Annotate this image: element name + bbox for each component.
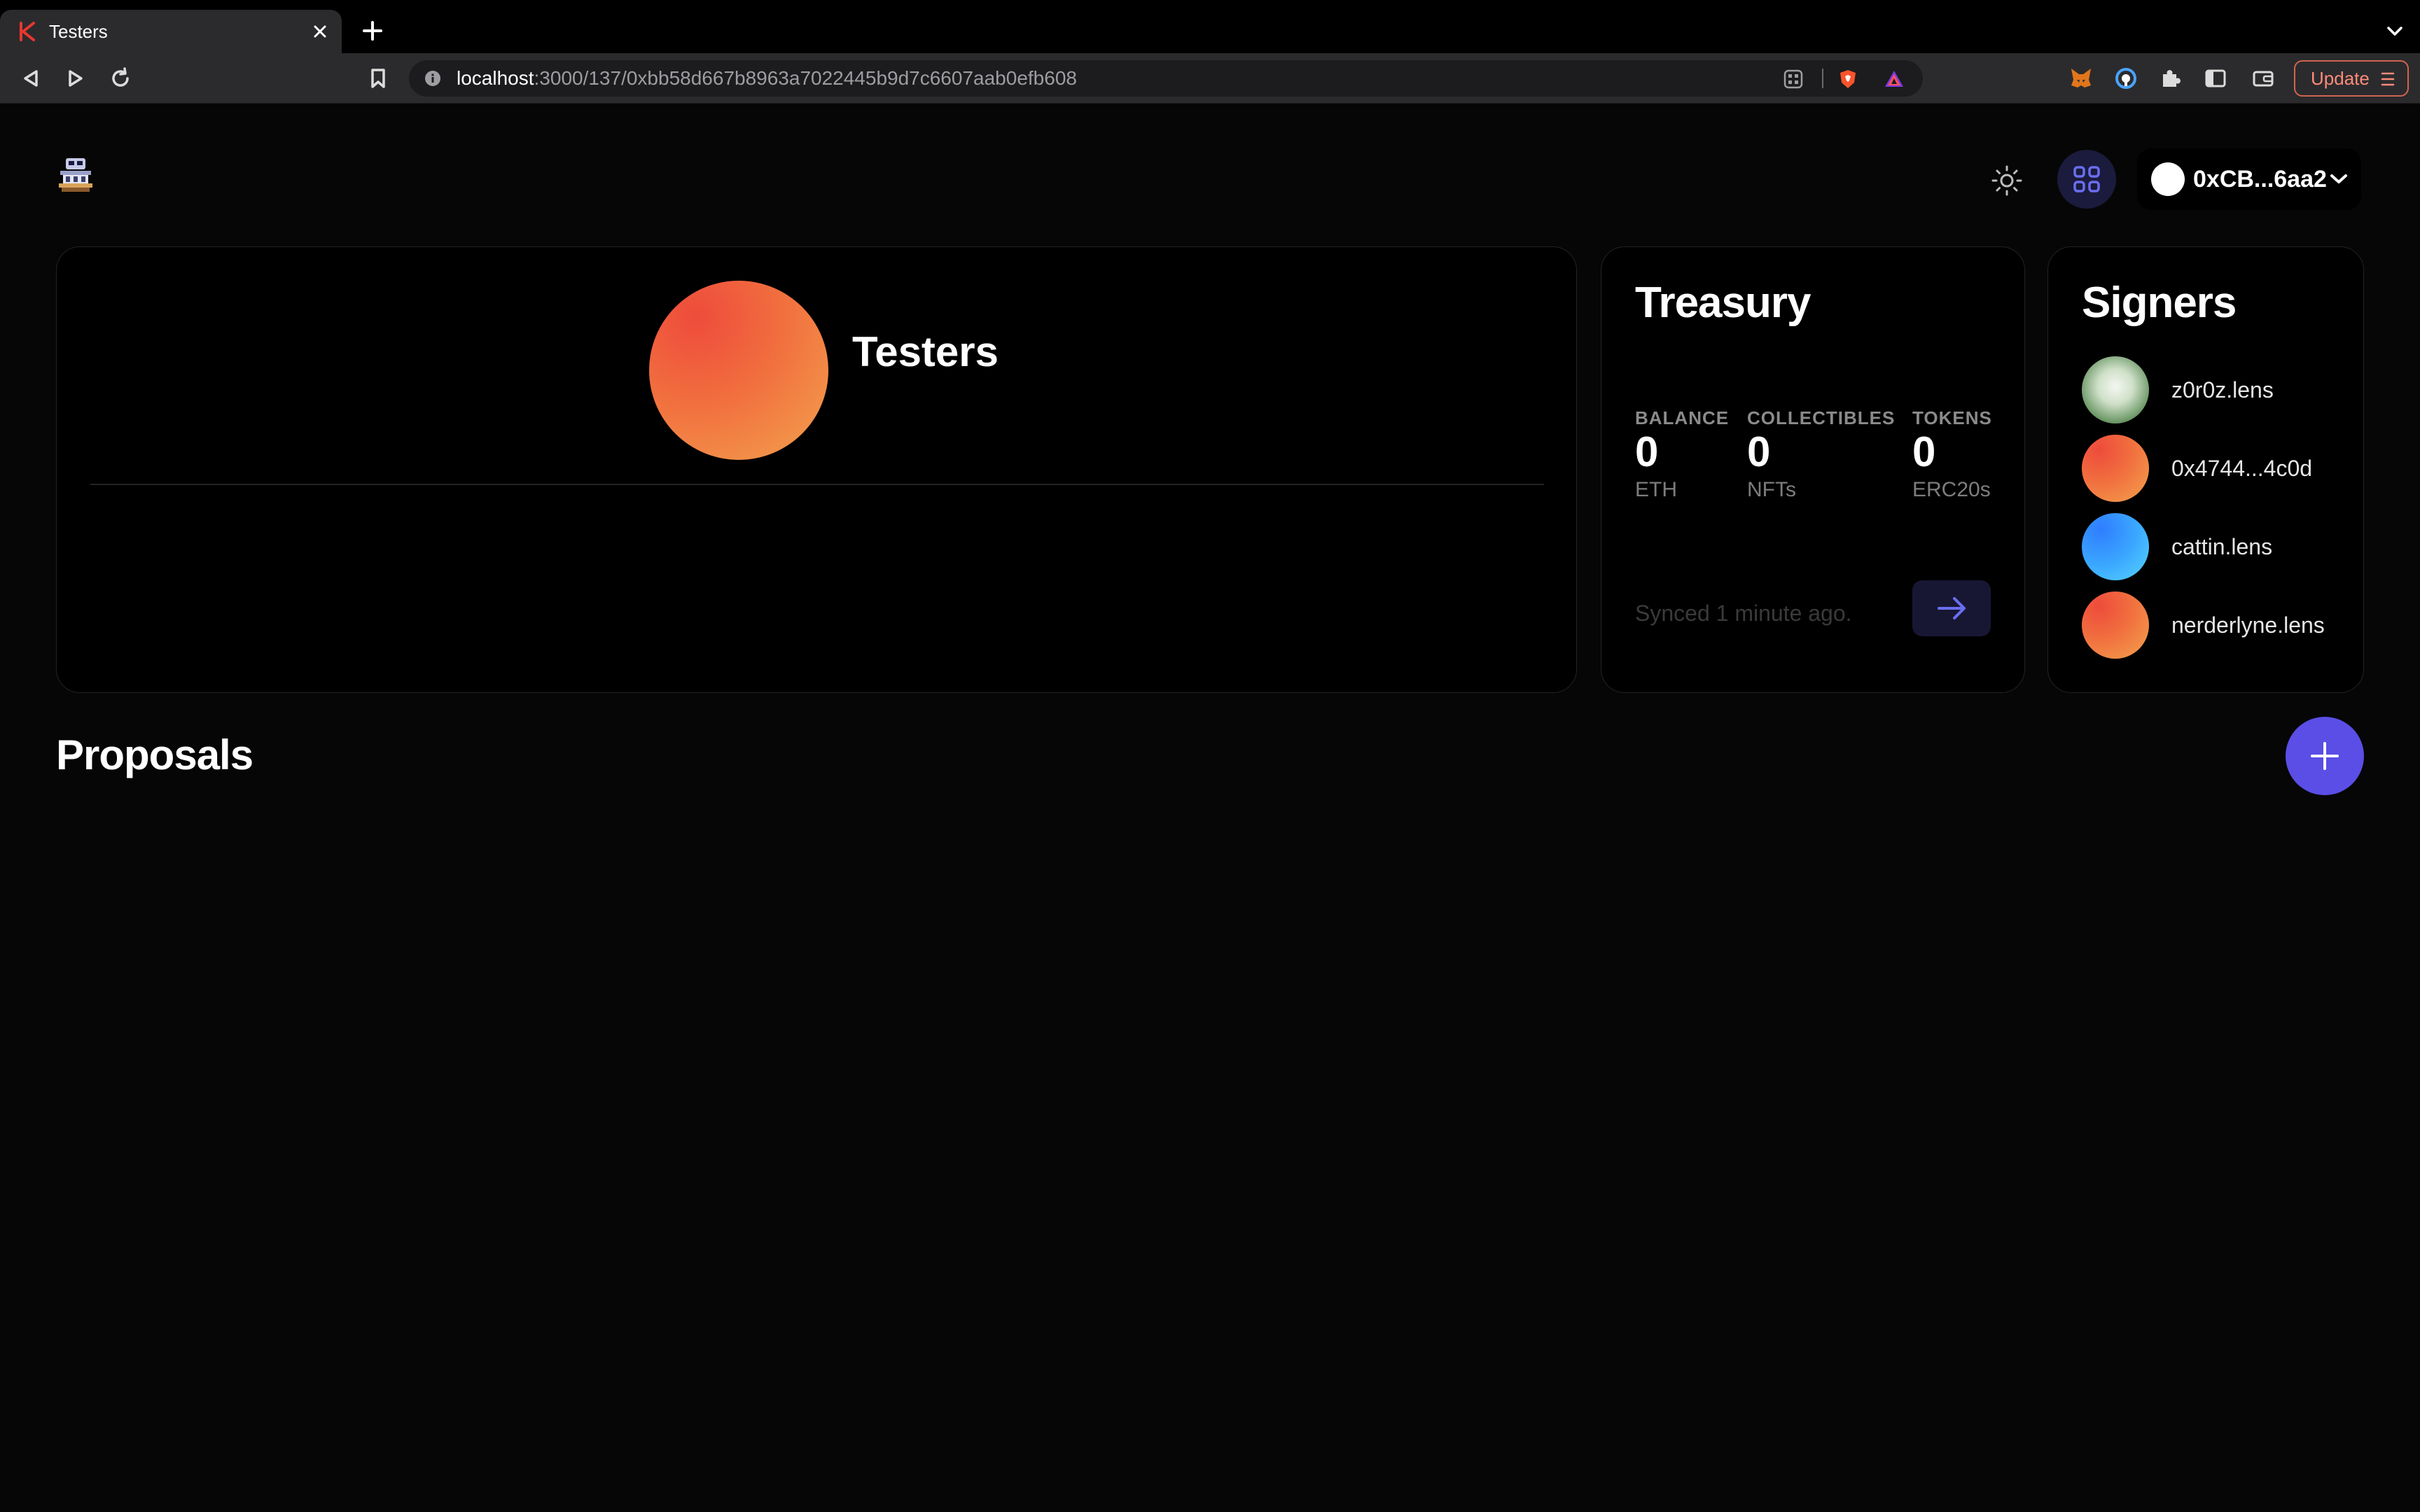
address-bar[interactable]: localhost:3000/137/0xbb58d667b8963a70224… bbox=[409, 60, 1923, 97]
stat-value: 0 bbox=[1747, 428, 1771, 475]
divider bbox=[90, 484, 1544, 485]
metamask-icon[interactable] bbox=[2067, 64, 2095, 92]
arrow-right-icon bbox=[1938, 597, 1966, 620]
brave-shield-icon[interactable] bbox=[1837, 69, 1858, 90]
group-avatar bbox=[649, 281, 828, 460]
treasury-card: Treasury BALANCE 0 ETH COLLECTIBLES 0 NF… bbox=[1601, 246, 2025, 693]
password-icon[interactable] bbox=[2112, 64, 2140, 92]
separator bbox=[1822, 69, 1823, 88]
page: 0xCB...6aa2 Testers Treasury BALANCE 0 E… bbox=[0, 104, 2420, 1512]
wallet-icon[interactable] bbox=[2249, 64, 2277, 92]
signer-name: z0r0z.lens bbox=[2171, 377, 2274, 402]
avatar bbox=[2082, 513, 2149, 580]
stat-value: 0 bbox=[1635, 428, 1659, 475]
chevron-down-icon[interactable] bbox=[2381, 17, 2409, 45]
synced-status: Synced 1 minute ago. bbox=[1635, 601, 1852, 626]
browser-toolbar: localhost:3000/137/0xbb58d667b8963a70224… bbox=[0, 53, 2420, 104]
new-proposal-button[interactable] bbox=[2286, 717, 2364, 795]
bookmark-icon[interactable] bbox=[364, 64, 392, 92]
stat-tokens: TOKENS 0 ERC20s bbox=[1912, 407, 1992, 505]
hamburger-icon bbox=[2381, 72, 2395, 86]
stat-label: COLLECTIBLES bbox=[1747, 407, 1896, 428]
signer-item[interactable]: z0r0z.lens bbox=[2082, 356, 2348, 424]
k-favicon bbox=[20, 22, 35, 41]
signers-card: Signers z0r0z.lens 0x4744...4c0d cattin.… bbox=[2047, 246, 2364, 693]
puzzle-icon[interactable] bbox=[2157, 64, 2185, 92]
sidebar-icon[interactable] bbox=[2202, 64, 2230, 92]
chevron-down-icon bbox=[2330, 174, 2347, 183]
apps-button[interactable] bbox=[2057, 150, 2116, 209]
dao-logo-icon[interactable] bbox=[56, 155, 95, 195]
close-icon[interactable] bbox=[308, 20, 332, 43]
signer-item[interactable]: 0x4744...4c0d bbox=[2082, 435, 2348, 502]
info-icon[interactable] bbox=[424, 70, 441, 87]
signer-name: nerderlyne.lens bbox=[2171, 612, 2325, 638]
signer-item[interactable]: nerderlyne.lens bbox=[2082, 592, 2348, 659]
browser-tab-strip: Testers bbox=[0, 0, 2420, 53]
url-path: :3000/137/0xbb58d667b8963a7022445b9d7c66… bbox=[534, 67, 1077, 89]
tab-title: Testers bbox=[49, 21, 108, 42]
signer-name: 0x4744...4c0d bbox=[2171, 456, 2313, 481]
signer-name: cattin.lens bbox=[2171, 534, 2273, 559]
forward-icon[interactable] bbox=[62, 64, 90, 92]
url-host: localhost bbox=[457, 67, 534, 89]
stat-unit: ETH bbox=[1635, 478, 1677, 501]
reload-icon[interactable] bbox=[106, 64, 134, 92]
stat-value: 0 bbox=[1912, 428, 1936, 475]
update-button[interactable]: Update bbox=[2294, 60, 2409, 97]
brave-rewards-icon[interactable] bbox=[1884, 69, 1905, 90]
stat-balance: BALANCE 0 ETH bbox=[1635, 407, 1729, 505]
plus-icon bbox=[2311, 742, 2339, 770]
wallet-address: 0xCB...6aa2 bbox=[2193, 166, 2327, 192]
qr-icon[interactable] bbox=[1783, 69, 1804, 90]
wallet-account-button[interactable]: 0xCB...6aa2 bbox=[2137, 148, 2361, 210]
group-card: Testers bbox=[56, 246, 1577, 693]
treasury-title: Treasury bbox=[1635, 279, 1811, 327]
update-label: Update bbox=[2311, 67, 2370, 89]
avatar bbox=[2082, 435, 2149, 502]
signer-item[interactable]: cattin.lens bbox=[2082, 513, 2348, 580]
signers-title: Signers bbox=[2082, 279, 2237, 327]
stat-label: BALANCE bbox=[1635, 407, 1730, 428]
browser-tab[interactable]: Testers bbox=[0, 10, 342, 53]
avatar bbox=[2082, 592, 2149, 659]
back-icon[interactable] bbox=[17, 64, 45, 92]
stat-unit: NFTs bbox=[1747, 478, 1796, 501]
group-name: Testers bbox=[852, 328, 999, 375]
sun-icon[interactable] bbox=[1986, 160, 2028, 202]
avatar bbox=[2151, 162, 2185, 196]
proposals-heading: Proposals bbox=[56, 732, 253, 778]
stat-unit: ERC20s bbox=[1912, 478, 1991, 501]
stat-label: TOKENS bbox=[1912, 407, 1992, 428]
url-text: localhost:3000/137/0xbb58d667b8963a70224… bbox=[457, 60, 1077, 97]
grid-icon bbox=[2073, 166, 2100, 192]
open-treasury-button[interactable] bbox=[1912, 580, 1991, 636]
stat-collectibles: COLLECTIBLES 0 NFTs bbox=[1747, 407, 1895, 505]
avatar bbox=[2082, 356, 2149, 424]
plus-icon[interactable] bbox=[359, 17, 387, 45]
